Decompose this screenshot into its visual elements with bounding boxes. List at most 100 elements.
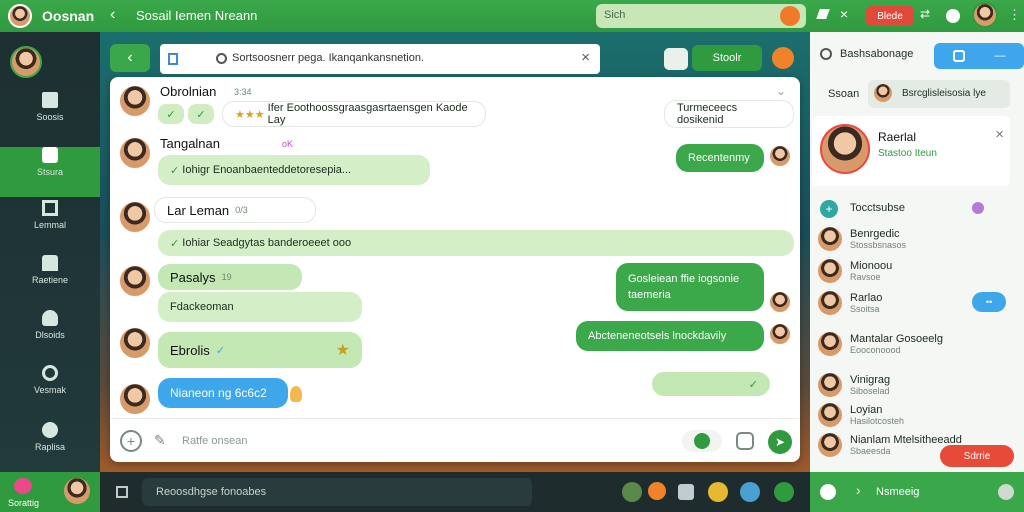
sender-avatar[interactable]	[118, 326, 152, 360]
contact-item[interactable]: Loyian Hasilotcosteh	[818, 400, 1018, 430]
emoji-icon[interactable]	[780, 6, 800, 26]
filter-avatar	[874, 84, 892, 102]
flame-icon[interactable]	[772, 47, 794, 69]
profile-photo[interactable]	[820, 124, 870, 174]
sender-name: Tangalnan	[160, 136, 220, 151]
add-icon[interactable]: +	[120, 430, 142, 452]
nav-footer[interactable]: Sorattig	[0, 472, 100, 512]
contact-item[interactable]: Mionoou Ravsoe	[818, 256, 1018, 286]
message-bubble[interactable]: Nianeon ng 6c6c2	[158, 378, 288, 408]
message-bubble[interactable]: ★★★ Ifer Eoothoossgraasgasrtaensgen Kaod…	[222, 101, 486, 127]
copy-icon[interactable]	[952, 50, 965, 62]
globe-icon[interactable]	[740, 482, 760, 502]
outgoing-bubble[interactable]: ✓	[652, 372, 770, 396]
contact-avatar	[818, 259, 842, 283]
outgoing-bubble[interactable]: Recentenmy	[676, 144, 764, 172]
sidebar-footer-label: Nsmeeig	[876, 486, 920, 498]
nav-item-3[interactable]: Lemmal	[0, 200, 100, 250]
send-button[interactable]: ➤	[768, 430, 792, 454]
leaf-icon[interactable]	[816, 9, 830, 19]
sender-avatar[interactable]	[118, 264, 152, 298]
chat-search-text: Sortsoosnerr pega. Ikanqankansnetion.	[232, 52, 425, 64]
chat-top-button[interactable]: Stoolr	[692, 45, 762, 71]
nav-item-1[interactable]: Soosis	[0, 92, 100, 142]
sender-avatar[interactable]	[118, 136, 152, 170]
outgoing-bubble[interactable]: Abcteneneotsels lnockdavily	[576, 321, 764, 351]
sender-avatar[interactable]	[118, 382, 152, 416]
sidebar-actions[interactable]: —	[934, 43, 1024, 69]
sender-chip: Lar Leman 0/3	[154, 197, 316, 223]
profile-avatar[interactable]	[972, 2, 998, 28]
profile-name: Raerlal	[878, 130, 917, 144]
tray-avatar[interactable]	[622, 482, 642, 502]
nav-avatar[interactable]	[10, 46, 42, 78]
footer-avatar	[64, 478, 90, 504]
attachment-icon[interactable]	[664, 48, 688, 70]
flower-icon	[14, 478, 32, 494]
filter-dropdown[interactable]: Bsrcglisleisosia lye	[868, 80, 1010, 108]
refresh-icon[interactable]	[774, 482, 794, 502]
document-icon	[168, 53, 178, 65]
message-bubble[interactable]: ✓ Iohigr Enoanbaenteddetoresepia...	[158, 155, 430, 185]
my-avatar	[768, 322, 792, 346]
notification-icon[interactable]	[648, 482, 666, 500]
bottom-input[interactable]: Reoosdhgse fonoabes	[142, 478, 532, 506]
swap-icon[interactable]: ⇄	[920, 7, 930, 21]
menu-icon[interactable]: —	[995, 50, 1006, 62]
contact-avatar	[818, 227, 842, 251]
app-title: Oosnan	[42, 8, 95, 24]
more-icon[interactable]: ⋮	[1008, 7, 1021, 23]
chat-back-button[interactable]: ‹	[110, 44, 150, 72]
info-icon[interactable]	[820, 48, 832, 60]
clear-search-icon[interactable]: ×	[581, 49, 590, 66]
nav-item-2[interactable]: Stsura	[0, 147, 100, 197]
puzzle-icon[interactable]	[678, 484, 694, 500]
add-contact-icon[interactable]: +	[820, 200, 838, 218]
toggle-icon[interactable]	[946, 9, 960, 23]
composer-input[interactable]: Ratfe onsean	[182, 435, 247, 447]
profile-mini-icon	[998, 484, 1014, 500]
nav-item-5[interactable]: Dlsoids	[0, 310, 100, 360]
window-title: Sosail Iemen Nreann	[136, 8, 258, 23]
bag-icon	[42, 255, 58, 271]
message-bubble[interactable]: Ebrolis ✓ ★	[158, 332, 362, 368]
outgoing-bubble[interactable]: Turmeceecs dosikenid	[664, 100, 794, 128]
chat-search-field[interactable]: Sortsoosnerr pega. Ikanqankansnetion. ×	[160, 44, 600, 74]
sender-avatar[interactable]	[118, 84, 152, 118]
message-bubble[interactable]: ✓ Iohiar Seadgytas banderoeeet ooo	[158, 230, 794, 256]
close-icon[interactable]: ×	[995, 126, 1004, 143]
nav-item-7[interactable]: Raplisa	[0, 422, 100, 472]
gear-icon	[42, 365, 58, 381]
outgoing-bubble[interactable]: Gosleiean ffie iogsonie taemeria	[616, 263, 764, 311]
bottom-status-text: Reoosdhgse fonoabes	[156, 486, 267, 498]
voice-button[interactable]	[682, 430, 722, 452]
top-bar: Oosnan ‹ Sosail Iemen Nreann Sich × Bled…	[0, 0, 1024, 32]
message-bubble[interactable]: Fdackeoman	[158, 292, 362, 322]
reply-button[interactable]: Sdrrie	[940, 445, 1014, 467]
coin-icon[interactable]	[708, 482, 728, 502]
reaction-icon[interactable]: ✓	[188, 104, 214, 124]
nav-item-4[interactable]: Raetiene	[0, 255, 100, 305]
user-avatar[interactable]	[8, 4, 32, 28]
grid-icon[interactable]	[116, 486, 128, 498]
top-action-button[interactable]: Blede	[866, 6, 914, 26]
sticker-icon: ★	[335, 342, 350, 359]
unread-badge: ••	[972, 292, 1006, 312]
nav-item-6[interactable]: Vesmak	[0, 365, 100, 415]
contact-item[interactable]: Mantalar Gosoeelg Eooconoood	[818, 322, 1018, 366]
contact-item[interactable]: Vinigrag Siboselad	[818, 370, 1018, 400]
filter-value: Bsrcglisleisosia lye	[902, 88, 986, 99]
sidebar-footer[interactable]: › Nsmeeig	[810, 472, 1024, 512]
sender-avatar[interactable]	[118, 200, 152, 234]
dismiss-icon[interactable]: ⌄	[776, 84, 786, 98]
contact-avatar	[818, 373, 842, 397]
my-avatar	[768, 290, 792, 314]
close-icon[interactable]: ×	[840, 6, 848, 22]
contact-item[interactable]: Benrgedic Stossbsnasos	[818, 224, 1018, 254]
top-search-field[interactable]: Sich	[596, 4, 806, 28]
back-icon[interactable]: ‹	[110, 6, 115, 24]
filter-label: Ssoan	[828, 88, 860, 100]
pen-icon[interactable]: ✎	[154, 432, 166, 449]
reaction-icon[interactable]: ✓	[158, 104, 184, 124]
camera-icon[interactable]	[736, 432, 754, 450]
